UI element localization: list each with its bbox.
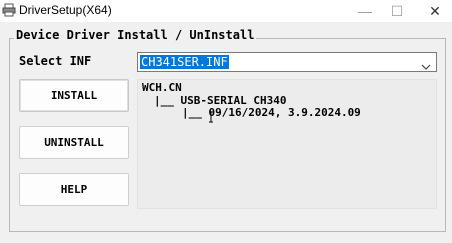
printer-icon xyxy=(2,3,16,17)
close-button[interactable]: ✕ xyxy=(420,0,450,22)
select-inf-label: Select INF xyxy=(19,54,92,68)
install-button[interactable]: INSTALL xyxy=(19,79,129,112)
minimize-icon: — xyxy=(358,3,372,19)
help-button-label: HELP xyxy=(60,183,88,196)
maximize-button[interactable]: ☐ xyxy=(382,0,412,22)
help-button[interactable]: HELP xyxy=(19,173,129,206)
uninstall-button[interactable]: UNINSTALL xyxy=(19,126,129,159)
install-button-label: INSTALL xyxy=(50,89,98,102)
group-title: Device Driver Install / UnInstall xyxy=(14,28,257,42)
close-icon: ✕ xyxy=(429,2,441,19)
chevron-down-icon[interactable] xyxy=(421,57,431,70)
title-bar: DriverSetup(X64) — ☐ ✕ xyxy=(0,0,452,22)
inf-select[interactable]: CH341SER.INF xyxy=(137,52,437,72)
text-cursor-icon xyxy=(208,108,214,123)
minimize-button[interactable]: — xyxy=(350,0,380,22)
maximize-icon: ☐ xyxy=(390,2,404,19)
uninstall-button-label: UNINSTALL xyxy=(44,136,104,149)
vendor-text: WCH.CN xyxy=(142,81,182,94)
driver-info-panel: WCH.CN |__ USB-SERIAL CH340 |__ 09/16/20… xyxy=(137,79,437,209)
window-title: DriverSetup(X64) xyxy=(19,3,112,17)
inf-selected-value: CH341SER.INF xyxy=(140,55,229,69)
